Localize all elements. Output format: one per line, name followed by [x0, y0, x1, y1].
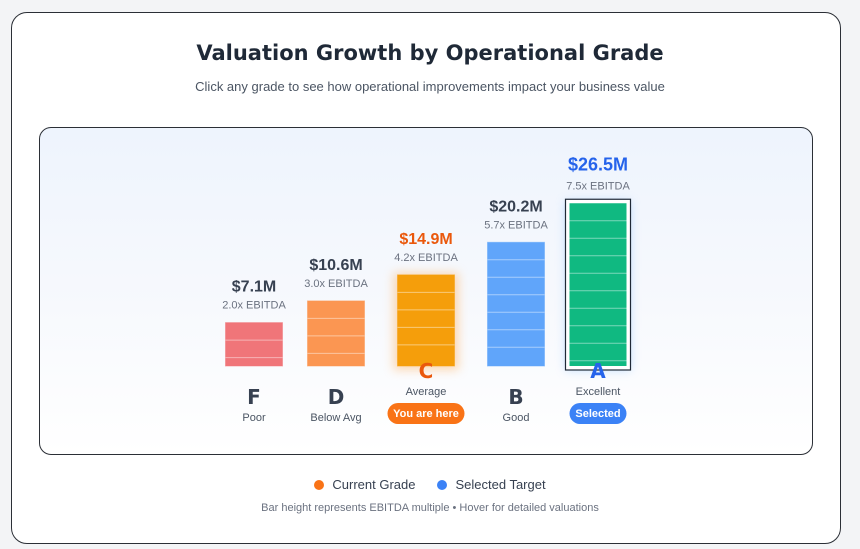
selected-badge-text: Selected	[575, 408, 620, 420]
bar-f[interactable]	[225, 322, 283, 367]
legend-selected-label: Selected Target	[455, 477, 546, 492]
grade-label-a: Excellent	[576, 386, 621, 398]
multiple-label-c: 4.2x EBITDA	[394, 252, 458, 264]
value-label-d: $10.6M	[309, 257, 362, 274]
bar-c[interactable]	[397, 274, 455, 367]
bar-d[interactable]	[307, 300, 365, 367]
grade-label-f: Poor	[242, 412, 266, 424]
chart-legend: Current Grade Selected Target	[0, 477, 860, 492]
grade-letter-f: F	[247, 385, 261, 409]
multiple-label-b: 5.7x EBITDA	[484, 219, 548, 231]
grade-bar-group-f[interactable]	[225, 322, 283, 367]
bar-a[interactable]	[569, 203, 627, 366]
value-label-f: $7.1M	[232, 279, 276, 296]
legend-item-current: Current Grade	[314, 477, 415, 492]
chart-footnote: Bar height represents EBITDA multiple • …	[261, 502, 599, 514]
multiple-label-f: 2.0x EBITDA	[222, 300, 286, 312]
grade-letter-a: A	[590, 359, 606, 383]
grade-letter-c: C	[419, 359, 434, 383]
multiple-label-a: 7.5x EBITDA	[566, 180, 630, 192]
grade-bar-group-d[interactable]	[307, 300, 365, 367]
grade-bar-group-b[interactable]	[487, 241, 545, 367]
grade-label-d: Below Avg	[310, 412, 361, 424]
value-label-a: $26.5M	[568, 154, 628, 174]
grade-bar-group-c[interactable]: You are here	[387, 272, 465, 424]
grade-label-b: Good	[503, 412, 530, 424]
grade-letter-b: B	[508, 385, 523, 409]
legend-current-label: Current Grade	[332, 477, 416, 492]
grade-label-c: Average	[406, 386, 447, 398]
current-badge-text: You are here	[393, 408, 459, 420]
valuation-bar-chart: $7.1M2.0x EBITDAFPoor$10.6M3.0x EBITDADB…	[222, 154, 632, 424]
value-label-c: $14.9M	[399, 231, 452, 248]
multiple-label-d: 3.0x EBITDA	[304, 278, 368, 290]
grade-letter-d: D	[328, 385, 345, 409]
value-label-b: $20.2M	[489, 198, 542, 215]
legend-current-dot	[314, 479, 325, 490]
legend-selected-dot	[437, 479, 448, 490]
legend-item-selected: Selected Target	[437, 477, 546, 492]
